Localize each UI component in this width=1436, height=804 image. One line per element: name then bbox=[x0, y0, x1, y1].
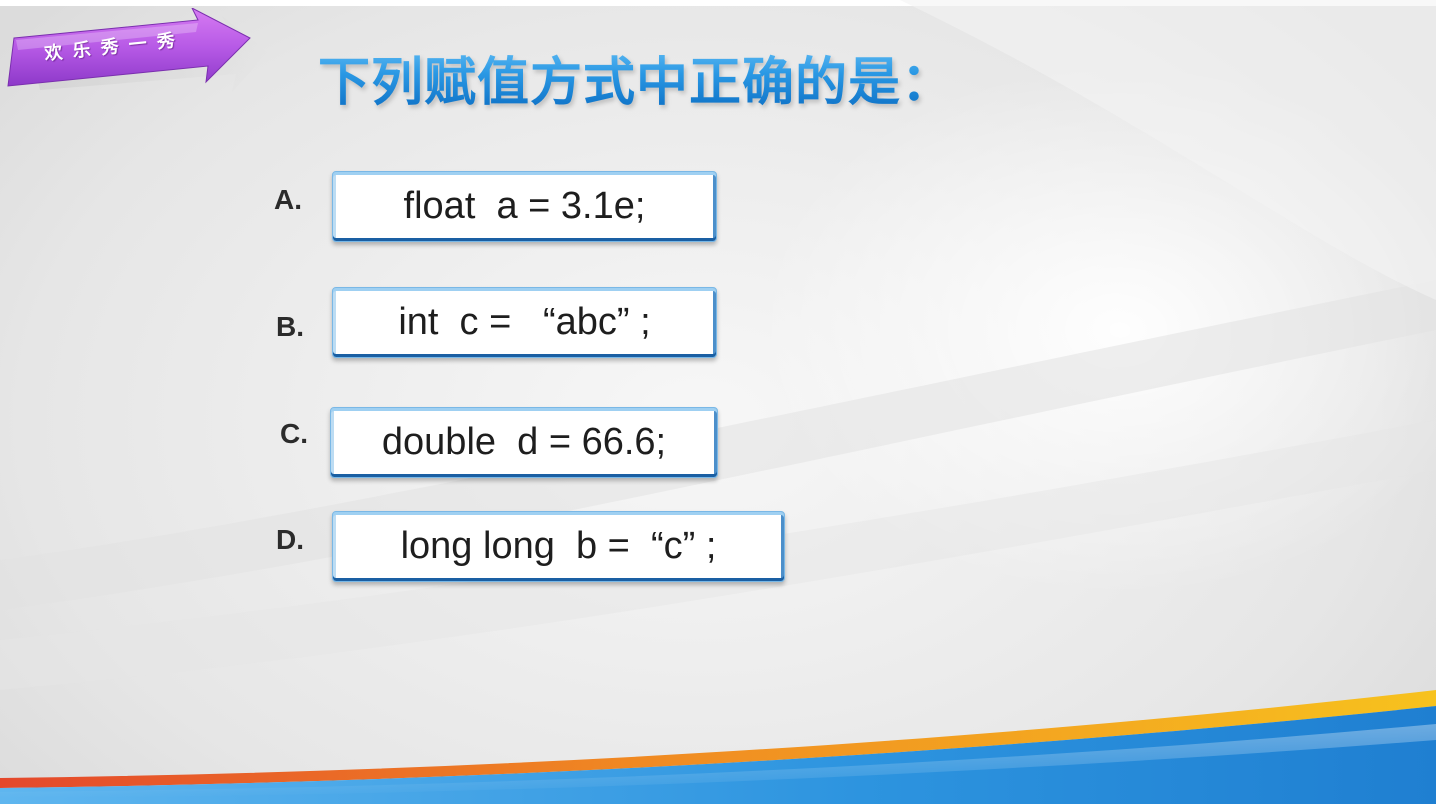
question-title: 下列赋值方式中正确的是： bbox=[318, 40, 954, 115]
slide-stage: 欢 乐 秀 一 秀 下列赋值方式中正确的是： A. float a = 3.1e… bbox=[0, 0, 1436, 804]
option-a-code: float a = 3.1e; bbox=[403, 185, 646, 227]
badge-arrow-icon bbox=[7, 6, 268, 92]
option-b-box[interactable]: int c = “abc” ; bbox=[332, 287, 717, 358]
option-c-box[interactable]: double d = 66.6; bbox=[330, 407, 718, 478]
option-a-box[interactable]: float a = 3.1e; bbox=[332, 171, 717, 242]
option-d-letter: D. bbox=[276, 524, 304, 555]
option-a-letter: A. bbox=[274, 184, 302, 215]
option-d-code: long long b = “c” ; bbox=[400, 525, 717, 567]
option-c-letter: C. bbox=[280, 418, 308, 449]
background-waves bbox=[0, 0, 1436, 804]
option-b-code: int c = “abc” ; bbox=[398, 301, 651, 343]
option-d-box[interactable]: long long b = “c” ; bbox=[332, 511, 785, 582]
option-b-letter: B. bbox=[276, 311, 304, 342]
section-badge bbox=[0, 6, 270, 112]
option-c-code: double d = 66.6; bbox=[381, 421, 667, 463]
